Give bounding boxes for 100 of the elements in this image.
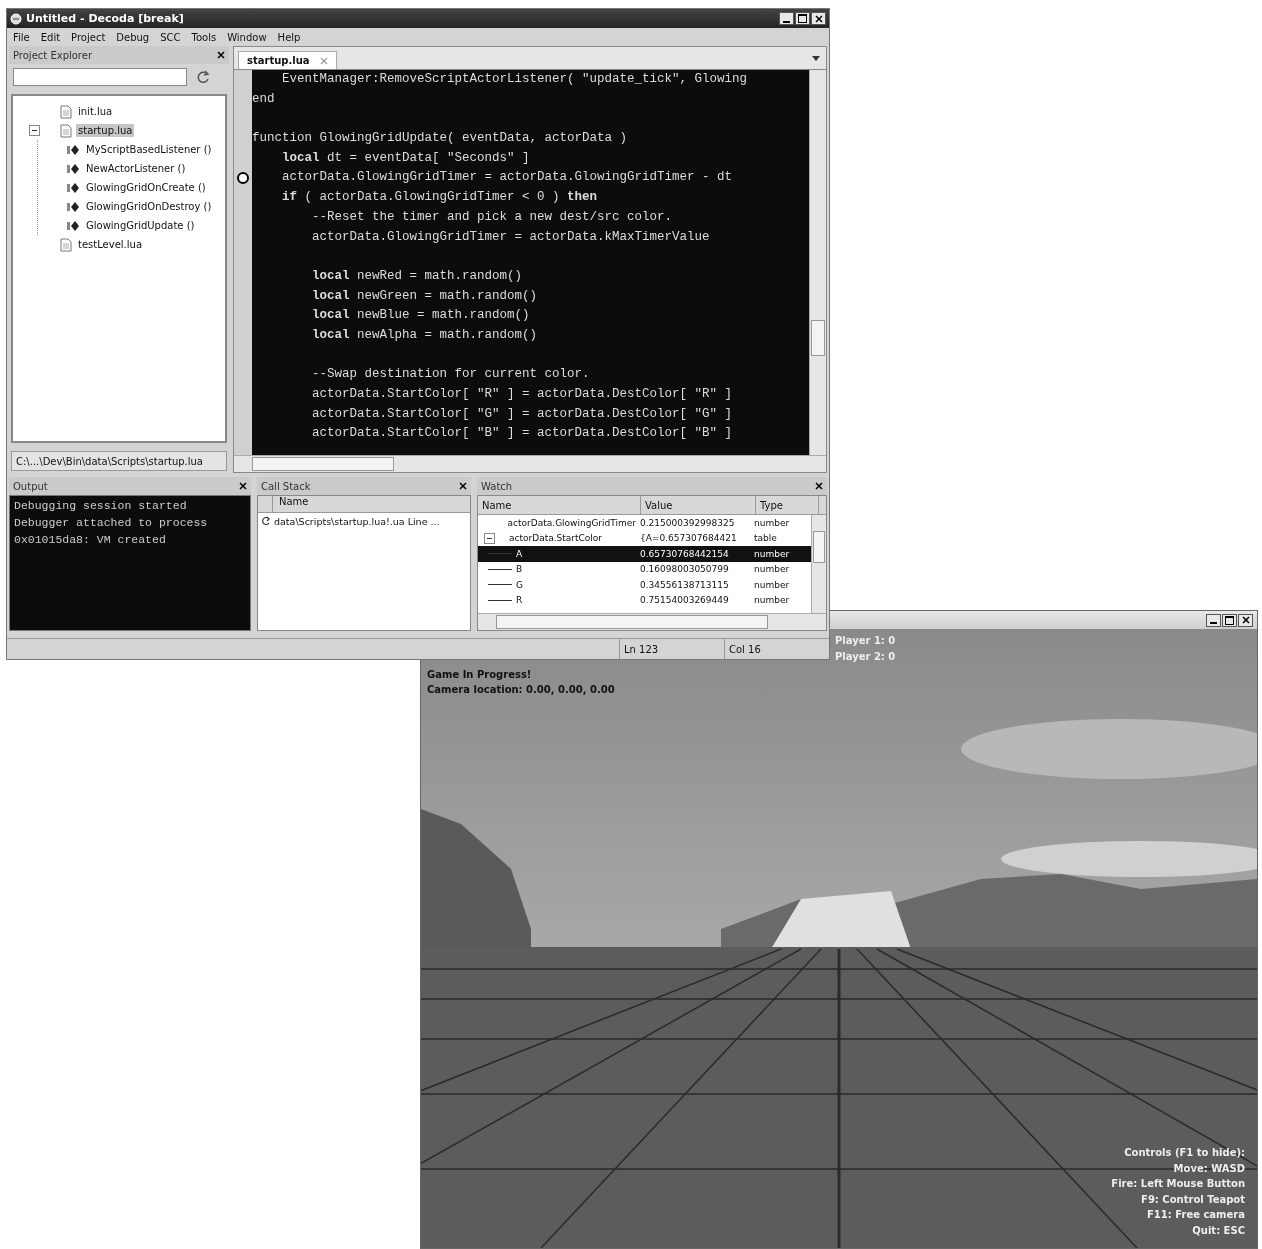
menu-item[interactable]: Window <box>227 31 267 43</box>
tree-item[interactable]: testLevel.lua <box>76 238 145 251</box>
code-line: actorData.StartColor[ "B" ] = actorData.DestColor[ "B" ] <box>311 425 734 443</box>
panel-title: Project Explorer <box>13 49 93 61</box>
expander-icon[interactable] <box>484 532 495 544</box>
menu-item[interactable]: Help <box>277 31 301 43</box>
player-score: Player 1: 0 <box>835 634 896 648</box>
horizontal-scrollbar[interactable] <box>478 613 826 630</box>
watch-value: 0.215000392998325 <box>639 517 736 528</box>
watch-row[interactable]: R 0.75154003269449 number <box>478 592 811 608</box>
watch-row[interactable]: G 0.34556138713115 number <box>478 577 811 593</box>
watch-type: number <box>753 579 791 590</box>
close-icon[interactable] <box>239 482 247 490</box>
editor-tab[interactable]: startup.lua <box>238 51 337 69</box>
file-path: C:\...\Dev\Bin\data\Scripts\startup.lua <box>11 451 227 471</box>
function-icon <box>66 162 80 175</box>
tree-item[interactable]: init.lua <box>76 105 115 118</box>
code-line: end <box>252 90 276 108</box>
code-line: actorData.StartColor[ "R" ] = actorData.DestColor[ "R" ] <box>311 386 734 403</box>
menu-item[interactable]: SCC <box>160 31 181 43</box>
vertical-scrollbar[interactable] <box>811 515 826 613</box>
game-status-text: Camera location: 0.00, 0.00, 0.00 <box>427 683 615 697</box>
game-status-text: Game In Progress! <box>427 668 533 682</box>
horizontal-scrollbar[interactable] <box>234 455 826 472</box>
maximize-button[interactable] <box>795 12 810 25</box>
column-header[interactable]: Name <box>478 496 641 514</box>
watch-name: B <box>516 564 523 575</box>
minimize-button[interactable] <box>779 12 794 25</box>
refresh-icon[interactable] <box>195 69 211 85</box>
call-stack-entry[interactable]: data\Scripts\startup.lua!.ua Line ... <box>274 515 440 527</box>
column-number: Col 16 <box>724 639 829 659</box>
expander-icon[interactable] <box>29 125 40 136</box>
close-button[interactable] <box>1238 613 1253 627</box>
function-icon <box>66 181 80 194</box>
close-button[interactable] <box>811 12 826 25</box>
function-icon <box>66 219 80 232</box>
file-icon <box>60 123 72 138</box>
watch-value: {A=0.657307684421 <box>639 533 738 544</box>
controls-help-text: Quit: ESC <box>1191 1223 1245 1238</box>
file-icon <box>60 237 72 252</box>
column-header[interactable]: Value <box>641 496 756 514</box>
close-icon[interactable] <box>459 482 467 490</box>
menu-item[interactable]: Project <box>71 31 106 43</box>
controls-help-text: Move: WASD <box>1172 1161 1245 1176</box>
search-field[interactable] <box>13 68 187 86</box>
close-icon[interactable] <box>217 51 225 59</box>
code-line: actorData.StartColor[ "G" ] = actorData.DestColor[ "G" ] <box>311 405 734 423</box>
watch-value: 0.75154003269449 <box>639 595 730 606</box>
menu-item[interactable]: Tools <box>191 31 217 43</box>
watch-value: 0.65730768442154 <box>639 548 730 559</box>
code-line: --Reset the timer and pick a new dest/src color. <box>311 208 674 226</box>
tab-list-caret-icon[interactable] <box>812 56 820 61</box>
tree-item[interactable]: GlowingGridUpdate () <box>84 219 197 232</box>
code-line: EventManager:RemoveScriptActorListener( "update_tick", Glowing <box>281 71 749 88</box>
output-line: 0x01015da8: VM created <box>14 533 167 548</box>
watch-row[interactable]: B 0.16098003050799 number <box>478 561 811 577</box>
app-icon <box>10 12 22 25</box>
watch-row[interactable]: actorData.StartColor {A=0.657307684421 table <box>478 530 811 546</box>
controls-help-text: F9: Control Teapot <box>1140 1192 1245 1207</box>
menu-item[interactable]: File <box>13 31 30 43</box>
current-frame-arrow-icon <box>261 516 271 526</box>
tree-item[interactable]: NewActorListener () <box>84 162 188 175</box>
maximize-button[interactable] <box>1222 613 1237 627</box>
code-line: local newBlue = math.random() <box>311 307 531 325</box>
minimize-button[interactable] <box>1206 613 1221 627</box>
code-line: --Swap destination for current color. <box>311 366 591 384</box>
column-header[interactable]: Type <box>756 496 819 514</box>
function-icon <box>66 143 80 156</box>
window-title: Untitled - Decoda [break] <box>26 12 184 25</box>
tree-item[interactable]: MyScriptBasedListener () <box>84 143 214 156</box>
watch-type: number <box>753 595 791 606</box>
watch-name: R <box>516 595 523 606</box>
panel-title: Watch <box>481 480 513 492</box>
vertical-scrollbar[interactable] <box>809 70 826 455</box>
file-icon <box>60 104 72 119</box>
watch-row[interactable]: A 0.65730768442154 number <box>478 546 811 562</box>
code-editor[interactable] <box>252 70 809 455</box>
tree-item[interactable]: GlowingGridOnDestroy () <box>84 200 214 213</box>
line-number: Ln 123 <box>619 639 724 659</box>
code-line: actorData.GlowingGridTimer = actorData.kMaxTimerValue <box>311 228 711 246</box>
watch-name: actorData.StartColor <box>509 533 603 544</box>
tree-item[interactable]: startup.lua <box>76 124 135 137</box>
controls-help-text: Fire: Left Mouse Button <box>1111 1177 1245 1191</box>
watch-row[interactable]: actorData.GlowingGridTimer 0.215000392998325 number <box>478 515 811 531</box>
watch-value: 0.16098003050799 <box>639 564 730 575</box>
watch-name: A <box>516 548 523 559</box>
output-line: Debugging session started <box>14 499 188 514</box>
code-line: if ( actorData.GlowingGridTimer < 0 ) then <box>281 189 599 207</box>
watch-name: actorData.GlowingGridTimer <box>507 517 636 528</box>
code-line: local newAlpha = math.random() <box>311 326 539 344</box>
code-line: local newRed = math.random() <box>311 267 524 285</box>
close-icon[interactable] <box>815 482 823 490</box>
player-score: Player 2: 0 <box>835 649 896 664</box>
tree-item[interactable]: GlowingGridOnCreate () <box>84 181 208 194</box>
watch-type: number <box>753 548 791 559</box>
menu-item[interactable]: Edit <box>40 31 61 43</box>
output-line: Debugger attached to process <box>14 516 209 531</box>
code-line: local newGreen = math.random() <box>311 287 539 305</box>
function-icon <box>66 200 80 213</box>
menu-item[interactable]: Debug <box>116 31 150 43</box>
